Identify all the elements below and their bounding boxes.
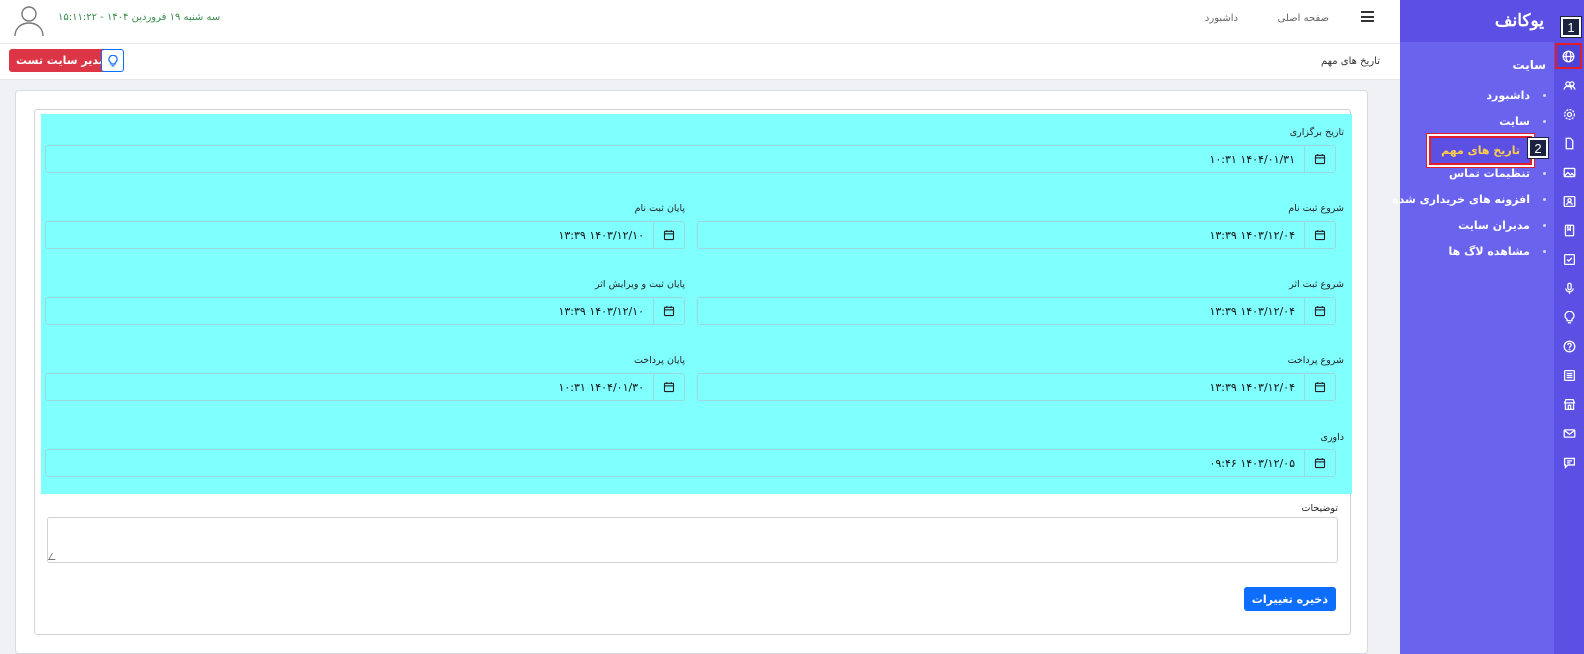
sidebar-item-site[interactable]: سایت (1499, 115, 1530, 128)
calendar-icon[interactable] (653, 298, 684, 324)
rail-globe-icon[interactable] (1555, 43, 1582, 69)
work-end-value: ۱۳:۳۹ ۱۴۰۳/۱۲/۱۰ (558, 305, 644, 318)
judging-input[interactable]: ۰۹:۴۶ ۱۴۰۳/۱۲/۰۵ (45, 449, 1336, 477)
resize-grip-icon[interactable] (47, 553, 60, 560)
work-end-input[interactable]: ۱۳:۳۹ ۱۴۰۳/۱۲/۱۰ (45, 297, 685, 325)
work-start-input[interactable]: ۱۳:۳۹ ۱۴۰۳/۱۲/۰۴ (697, 297, 1336, 325)
pay-start-value: ۱۳:۳۹ ۱۴۰۳/۱۲/۰۴ (1209, 381, 1295, 394)
users-icon[interactable] (1561, 77, 1577, 93)
event-date-label: تاریخ برگزاری (1289, 127, 1344, 138)
lightbulb-icon[interactable] (1561, 309, 1577, 325)
reg-end-input[interactable]: ۱۳:۳۹ ۱۴۰۳/۱۲/۱۰ (45, 221, 685, 249)
description-label: توضیحات (1301, 503, 1338, 514)
judging-value: ۰۹:۴۶ ۱۴۰۳/۱۲/۰۵ (1209, 457, 1295, 470)
judging-label: داوری (1320, 432, 1344, 443)
id-card-icon[interactable] (1561, 193, 1577, 209)
work-end-label: پایان ثبت و ویرایش اثر (595, 279, 685, 290)
menu-bullet (1543, 224, 1546, 227)
pay-end-input[interactable]: ۱۰:۳۱ ۱۴۰۴/۰۱/۳۰ (45, 373, 685, 401)
work-start-value: ۱۳:۳۹ ۱۴۰۳/۱۲/۰۴ (1209, 305, 1295, 318)
calendar-icon[interactable] (1304, 374, 1335, 400)
gear-icon[interactable] (1561, 106, 1577, 122)
current-datetime: سه شنبه ۱۹ فروردین ۱۴۰۴ - ۱۵:۱۱:۲۲ (58, 12, 221, 23)
image-icon[interactable] (1561, 164, 1577, 180)
brand-logo[interactable]: یوکانف (1495, 11, 1545, 31)
menu-bullet (1543, 172, 1546, 175)
sidebar-item-view-logs[interactable]: مشاهده لاگ ها (1449, 245, 1530, 258)
reg-end-value: ۱۳:۳۹ ۱۴۰۳/۱۲/۱۰ (558, 229, 644, 242)
file-icon[interactable] (1561, 135, 1577, 151)
dates-form: تاریخ برگزاری ۱۰:۳۱ ۱۴۰۴/۰۱/۳۱ شروع ثبت … (34, 109, 1352, 635)
pay-end-value: ۱۰:۳۱ ۱۴۰۴/۰۱/۳۰ (558, 381, 644, 394)
pay-end-label: پایان پرداخت (633, 355, 685, 366)
chat-icon[interactable] (1561, 454, 1577, 470)
pay-start-input[interactable]: ۱۳:۳۹ ۱۴۰۳/۱۲/۰۴ (697, 373, 1336, 401)
annotation-marker-2: 2 (1528, 138, 1548, 158)
sidebar-item-site-admins[interactable]: مدیران سایت (1458, 219, 1530, 232)
store-icon[interactable] (1561, 396, 1577, 412)
book-icon[interactable] (1561, 222, 1577, 238)
calendar-icon[interactable] (1304, 298, 1335, 324)
save-changes-button[interactable]: ذخیره تغییرات (1243, 587, 1336, 611)
menu-bullet (1543, 250, 1546, 253)
question-icon[interactable] (1561, 338, 1577, 354)
work-start-label: شروع ثبت اثر (1289, 279, 1344, 290)
annotation-marker-1: 1 (1561, 17, 1581, 37)
nav-dashboard-link[interactable]: داشبورد (1205, 13, 1238, 24)
menu-bullet (1543, 120, 1546, 123)
event-date-value: ۱۰:۳۱ ۱۴۰۴/۰۱/۳۱ (1209, 153, 1295, 166)
page-header: تاریخ های مهم مدیر سایت تست (0, 44, 1400, 80)
sidebar-item-contact-settings[interactable]: تنظیمات تماس (1449, 167, 1530, 180)
nav-home-link[interactable]: صفحه اصلی (1278, 13, 1329, 24)
user-avatar-icon[interactable] (13, 3, 45, 37)
event-date-input[interactable]: ۱۰:۳۱ ۱۴۰۴/۰۱/۳۱ (45, 145, 1336, 173)
reg-end-label: پایان ثبت نام (634, 203, 685, 214)
page-title: تاریخ های مهم (1320, 56, 1380, 67)
sidebar: یوکانف سایت داشبورد سایت تاریخ های مهم ت… (1392, 0, 1584, 654)
hamburger-menu-icon[interactable] (1361, 11, 1374, 22)
mail-icon[interactable] (1561, 425, 1577, 441)
reg-start-label: شروع ثبت نام (1288, 203, 1344, 214)
lightbulb-icon (107, 54, 118, 66)
list-icon[interactable] (1561, 367, 1577, 383)
sidebar-item-dashboard[interactable]: داشبورد (1486, 89, 1530, 102)
calendar-icon[interactable] (653, 374, 684, 400)
menu-bullet (1543, 198, 1546, 201)
checkbox-icon[interactable] (1561, 251, 1577, 267)
top-bar: صفحه اصلی داشبورد سه شنبه ۱۹ فروردین ۱۴۰… (0, 0, 1400, 44)
calendar-icon[interactable] (1304, 222, 1335, 248)
icon-rail (1554, 0, 1584, 654)
reg-start-input[interactable]: ۱۳:۳۹ ۱۴۰۳/۱۲/۰۴ (697, 221, 1336, 249)
reg-start-value: ۱۳:۳۹ ۱۴۰۳/۱۲/۰۴ (1209, 229, 1295, 242)
microphone-icon[interactable] (1561, 280, 1577, 296)
sidebar-section-title: سایت (1512, 58, 1546, 72)
main-card: تاریخ برگزاری ۱۰:۳۱ ۱۴۰۴/۰۱/۳۱ شروع ثبت … (15, 90, 1368, 654)
site-admin-button[interactable]: مدیر سایت تست (9, 49, 113, 72)
pay-start-label: شروع پرداخت (1287, 355, 1344, 366)
menu-bullet (1543, 94, 1546, 97)
description-textarea[interactable] (47, 517, 1338, 563)
dates-highlight-panel: تاریخ برگزاری ۱۰:۳۱ ۱۴۰۴/۰۱/۳۱ شروع ثبت … (41, 114, 1352, 494)
lightbulb-button[interactable] (101, 49, 124, 72)
sidebar-item-purchased-plugins[interactable]: افزونه های خریداری شده (1392, 193, 1530, 206)
sidebar-item-important-dates[interactable]: تاریخ های مهم (1429, 136, 1532, 165)
calendar-icon[interactable] (653, 222, 684, 248)
calendar-icon[interactable] (1304, 146, 1335, 172)
calendar-icon[interactable] (1304, 450, 1335, 476)
